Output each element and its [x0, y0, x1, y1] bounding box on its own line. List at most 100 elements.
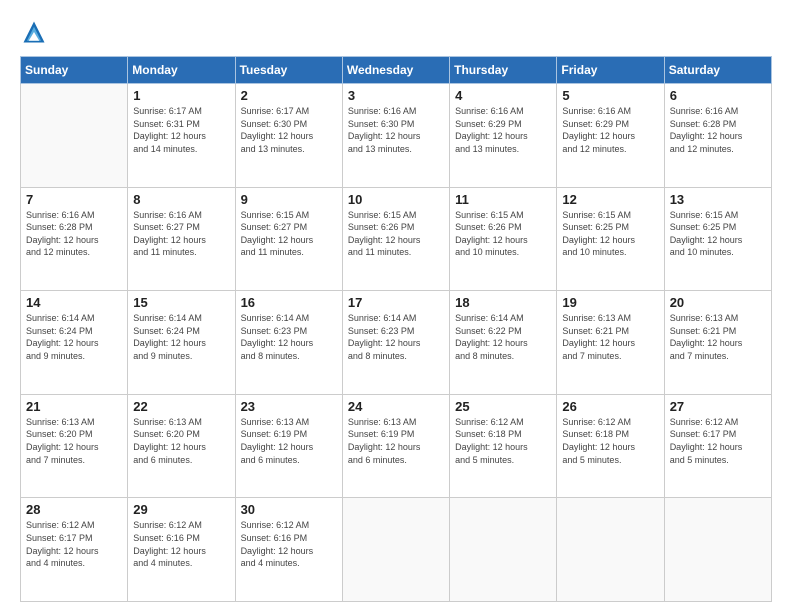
calendar-cell: [21, 84, 128, 188]
calendar-table: SundayMondayTuesdayWednesdayThursdayFrid…: [20, 56, 772, 602]
calendar-body: 1 Sunrise: 6:17 AM Sunset: 6:31 PM Daylig…: [21, 84, 772, 602]
calendar-cell: 18 Sunrise: 6:14 AM Sunset: 6:22 PM Dayli…: [450, 291, 557, 395]
day-info: Sunrise: 6:12 AM Sunset: 6:16 PM Dayligh…: [241, 519, 338, 569]
calendar-row-0: 1 Sunrise: 6:17 AM Sunset: 6:31 PM Daylig…: [21, 84, 772, 188]
calendar-cell: [664, 498, 771, 602]
calendar-cell: 22 Sunrise: 6:13 AM Sunset: 6:20 PM Dayli…: [128, 394, 235, 498]
calendar-row-1: 7 Sunrise: 6:16 AM Sunset: 6:28 PM Daylig…: [21, 187, 772, 291]
day-info: Sunrise: 6:13 AM Sunset: 6:21 PM Dayligh…: [562, 312, 659, 362]
calendar-cell: 11 Sunrise: 6:15 AM Sunset: 6:26 PM Dayli…: [450, 187, 557, 291]
day-number: 24: [348, 399, 445, 414]
calendar-cell: 10Sunrise: 6:15 AM Sunset: 6:26 PM Dayli…: [342, 187, 449, 291]
page: SundayMondayTuesdayWednesdayThursdayFrid…: [0, 0, 792, 612]
header-day-monday: Monday: [128, 57, 235, 84]
day-number: 21: [26, 399, 123, 414]
day-number: 4: [455, 88, 552, 103]
day-info: Sunrise: 6:14 AM Sunset: 6:24 PM Dayligh…: [133, 312, 230, 362]
calendar-cell: 21 Sunrise: 6:13 AM Sunset: 6:20 PM Dayli…: [21, 394, 128, 498]
calendar-row-4: 28Sunrise: 6:12 AM Sunset: 6:17 PM Dayli…: [21, 498, 772, 602]
day-info: Sunrise: 6:13 AM Sunset: 6:21 PM Dayligh…: [670, 312, 767, 362]
calendar-cell: 6 Sunrise: 6:16 AM Sunset: 6:28 PM Daylig…: [664, 84, 771, 188]
day-info: Sunrise: 6:13 AM Sunset: 6:19 PM Dayligh…: [241, 416, 338, 466]
day-number: 27: [670, 399, 767, 414]
calendar-cell: 28Sunrise: 6:12 AM Sunset: 6:17 PM Dayli…: [21, 498, 128, 602]
day-number: 28: [26, 502, 123, 517]
day-info: Sunrise: 6:14 AM Sunset: 6:24 PM Dayligh…: [26, 312, 123, 362]
day-number: 18: [455, 295, 552, 310]
calendar-cell: 14 Sunrise: 6:14 AM Sunset: 6:24 PM Dayli…: [21, 291, 128, 395]
header-day-sunday: Sunday: [21, 57, 128, 84]
day-info: Sunrise: 6:15 AM Sunset: 6:26 PM Dayligh…: [455, 209, 552, 259]
calendar-cell: 13 Sunrise: 6:15 AM Sunset: 6:25 PM Dayli…: [664, 187, 771, 291]
day-number: 13: [670, 192, 767, 207]
day-number: 5: [562, 88, 659, 103]
calendar-cell: 12Sunrise: 6:15 AM Sunset: 6:25 PM Dayli…: [557, 187, 664, 291]
calendar-cell: [557, 498, 664, 602]
day-info: Sunrise: 6:16 AM Sunset: 6:28 PM Dayligh…: [670, 105, 767, 155]
day-info: Sunrise: 6:16 AM Sunset: 6:28 PM Dayligh…: [26, 209, 123, 259]
day-info: Sunrise: 6:14 AM Sunset: 6:23 PM Dayligh…: [348, 312, 445, 362]
calendar-cell: 19 Sunrise: 6:13 AM Sunset: 6:21 PM Dayli…: [557, 291, 664, 395]
day-number: 29: [133, 502, 230, 517]
day-info: Sunrise: 6:14 AM Sunset: 6:22 PM Dayligh…: [455, 312, 552, 362]
day-number: 14: [26, 295, 123, 310]
day-info: Sunrise: 6:15 AM Sunset: 6:26 PM Dayligh…: [348, 209, 445, 259]
day-info: Sunrise: 6:12 AM Sunset: 6:18 PM Dayligh…: [562, 416, 659, 466]
calendar-cell: 20 Sunrise: 6:13 AM Sunset: 6:21 PM Dayli…: [664, 291, 771, 395]
day-number: 15: [133, 295, 230, 310]
calendar-cell: 8Sunrise: 6:16 AM Sunset: 6:27 PM Daylig…: [128, 187, 235, 291]
calendar-cell: 25 Sunrise: 6:12 AM Sunset: 6:18 PM Dayli…: [450, 394, 557, 498]
calendar-cell: [342, 498, 449, 602]
day-info: Sunrise: 6:14 AM Sunset: 6:23 PM Dayligh…: [241, 312, 338, 362]
calendar-cell: 5 Sunrise: 6:16 AM Sunset: 6:29 PM Daylig…: [557, 84, 664, 188]
day-info: Sunrise: 6:16 AM Sunset: 6:29 PM Dayligh…: [562, 105, 659, 155]
day-number: 3: [348, 88, 445, 103]
day-info: Sunrise: 6:13 AM Sunset: 6:20 PM Dayligh…: [133, 416, 230, 466]
day-info: Sunrise: 6:15 AM Sunset: 6:25 PM Dayligh…: [670, 209, 767, 259]
day-number: 22: [133, 399, 230, 414]
calendar-cell: 4 Sunrise: 6:16 AM Sunset: 6:29 PM Daylig…: [450, 84, 557, 188]
day-number: 20: [670, 295, 767, 310]
calendar-cell: 17 Sunrise: 6:14 AM Sunset: 6:23 PM Dayli…: [342, 291, 449, 395]
day-info: Sunrise: 6:16 AM Sunset: 6:30 PM Dayligh…: [348, 105, 445, 155]
day-number: 6: [670, 88, 767, 103]
calendar-cell: 9 Sunrise: 6:15 AM Sunset: 6:27 PM Daylig…: [235, 187, 342, 291]
calendar-cell: [450, 498, 557, 602]
calendar-cell: 26Sunrise: 6:12 AM Sunset: 6:18 PM Dayli…: [557, 394, 664, 498]
day-info: Sunrise: 6:17 AM Sunset: 6:31 PM Dayligh…: [133, 105, 230, 155]
day-info: Sunrise: 6:13 AM Sunset: 6:19 PM Dayligh…: [348, 416, 445, 466]
header-day-tuesday: Tuesday: [235, 57, 342, 84]
header: [20, 18, 772, 46]
day-info: Sunrise: 6:17 AM Sunset: 6:30 PM Dayligh…: [241, 105, 338, 155]
day-info: Sunrise: 6:16 AM Sunset: 6:29 PM Dayligh…: [455, 105, 552, 155]
calendar-row-3: 21 Sunrise: 6:13 AM Sunset: 6:20 PM Dayli…: [21, 394, 772, 498]
calendar-cell: 15 Sunrise: 6:14 AM Sunset: 6:24 PM Dayli…: [128, 291, 235, 395]
day-number: 23: [241, 399, 338, 414]
day-info: Sunrise: 6:15 AM Sunset: 6:25 PM Dayligh…: [562, 209, 659, 259]
day-number: 19: [562, 295, 659, 310]
day-number: 11: [455, 192, 552, 207]
day-number: 8: [133, 192, 230, 207]
calendar-cell: 30Sunrise: 6:12 AM Sunset: 6:16 PM Dayli…: [235, 498, 342, 602]
header-day-saturday: Saturday: [664, 57, 771, 84]
calendar-cell: 23 Sunrise: 6:13 AM Sunset: 6:19 PM Dayli…: [235, 394, 342, 498]
calendar-cell: 2Sunrise: 6:17 AM Sunset: 6:30 PM Daylig…: [235, 84, 342, 188]
day-info: Sunrise: 6:13 AM Sunset: 6:20 PM Dayligh…: [26, 416, 123, 466]
day-number: 1: [133, 88, 230, 103]
day-number: 9: [241, 192, 338, 207]
header-day-thursday: Thursday: [450, 57, 557, 84]
logo: [20, 18, 52, 46]
calendar-cell: 1 Sunrise: 6:17 AM Sunset: 6:31 PM Daylig…: [128, 84, 235, 188]
calendar-cell: 7 Sunrise: 6:16 AM Sunset: 6:28 PM Daylig…: [21, 187, 128, 291]
day-number: 25: [455, 399, 552, 414]
day-info: Sunrise: 6:12 AM Sunset: 6:18 PM Dayligh…: [455, 416, 552, 466]
day-info: Sunrise: 6:12 AM Sunset: 6:17 PM Dayligh…: [670, 416, 767, 466]
day-number: 7: [26, 192, 123, 207]
calendar-cell: 29Sunrise: 6:12 AM Sunset: 6:16 PM Dayli…: [128, 498, 235, 602]
logo-icon: [20, 18, 48, 46]
calendar-cell: 24 Sunrise: 6:13 AM Sunset: 6:19 PM Dayli…: [342, 394, 449, 498]
day-info: Sunrise: 6:15 AM Sunset: 6:27 PM Dayligh…: [241, 209, 338, 259]
day-number: 17: [348, 295, 445, 310]
calendar-row-2: 14 Sunrise: 6:14 AM Sunset: 6:24 PM Dayli…: [21, 291, 772, 395]
header-row: SundayMondayTuesdayWednesdayThursdayFrid…: [21, 57, 772, 84]
